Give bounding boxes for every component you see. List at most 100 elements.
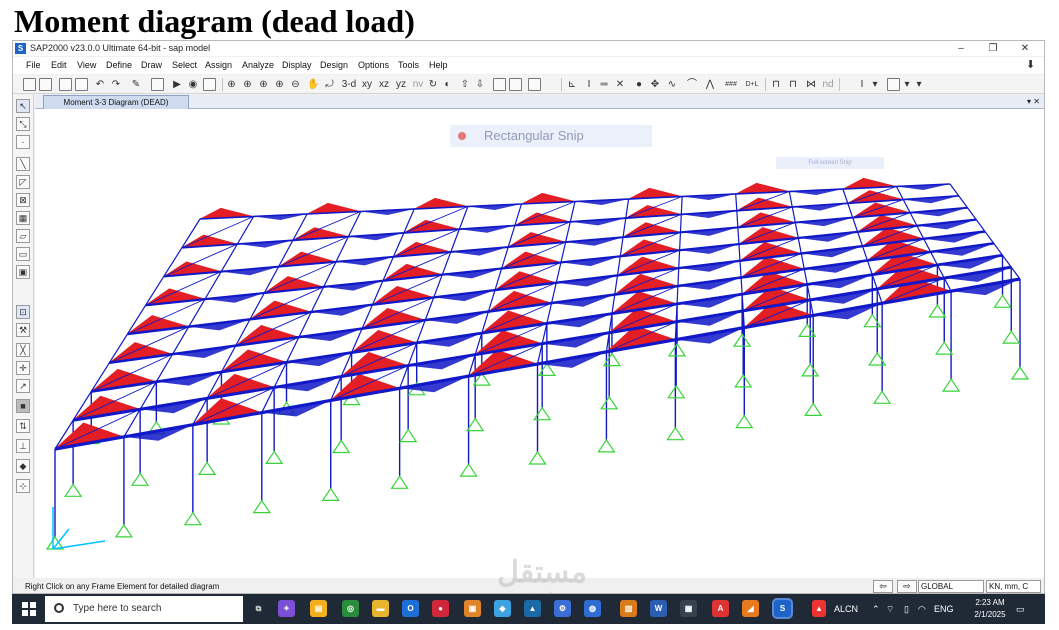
- app-icon-orange[interactable]: ▣: [464, 600, 481, 617]
- file-explorer-icon[interactable]: ▬: [372, 600, 389, 617]
- nd-button[interactable]: nd: [821, 77, 835, 92]
- get-previous-icon[interactable]: ⇅: [16, 419, 30, 433]
- menu-analyze[interactable]: Analyze: [242, 57, 274, 74]
- select-intersect-icon[interactable]: ╳: [16, 343, 30, 357]
- draw-area-icon[interactable]: ▱: [16, 229, 30, 243]
- section-cut-icon[interactable]: ###: [721, 77, 741, 92]
- dropdown-arrow-icon[interactable]: ▾: [903, 77, 911, 92]
- lock-icon[interactable]: [151, 78, 164, 91]
- snap-line-icon[interactable]: ↗: [16, 379, 30, 393]
- network-icon[interactable]: ⌔: [886, 594, 894, 624]
- app-icon-2021[interactable]: ▦: [680, 600, 697, 617]
- move-down-icon[interactable]: ⇩: [474, 77, 486, 92]
- app-icon-settings[interactable]: ⚙: [554, 600, 571, 617]
- notification-icon[interactable]: ▭: [1016, 594, 1025, 624]
- snap-perpendicular-icon[interactable]: ⊥: [16, 439, 30, 453]
- select-polygon-icon[interactable]: ⚒: [16, 323, 30, 337]
- moment-diagram-canvas[interactable]: [35, 109, 1044, 578]
- rotate-view-icon[interactable]: ↻: [427, 77, 439, 92]
- download-icon[interactable]: ⬇: [1026, 59, 1038, 71]
- weather-icon[interactable]: ▲: [812, 600, 826, 617]
- chrome-icon[interactable]: ◎: [342, 600, 359, 617]
- store-icon[interactable]: ▤: [310, 600, 327, 617]
- maximize-button[interactable]: ❐: [978, 41, 1008, 56]
- menu-edit[interactable]: Edit: [51, 57, 67, 74]
- menu-design[interactable]: Design: [320, 57, 348, 74]
- task-view-icon[interactable]: ⧉: [250, 600, 267, 617]
- pencil-icon[interactable]: ✎: [129, 77, 143, 92]
- word-icon[interactable]: W: [650, 600, 667, 617]
- next-view-button[interactable]: ⇨: [897, 580, 917, 593]
- zoom-in-icon[interactable]: ⊕: [273, 77, 286, 92]
- zoom-out-icon[interactable]: ⊖: [289, 77, 302, 92]
- menu-define[interactable]: Define: [106, 57, 132, 74]
- snip-overlay[interactable]: Rectangular Snip: [450, 125, 652, 147]
- draw-cable-icon[interactable]: ═: [597, 77, 611, 92]
- menu-options[interactable]: Options: [358, 57, 389, 74]
- toolbar-overflow-icon[interactable]: ▾: [915, 77, 923, 92]
- rotate-3d-icon[interactable]: ⤾: [323, 77, 336, 92]
- assign-joint-icon[interactable]: ✥: [648, 77, 662, 92]
- app-icon-globe[interactable]: ◍: [584, 600, 601, 617]
- pointer-icon[interactable]: ↖: [16, 99, 30, 113]
- close-button[interactable]: ✕: [1010, 41, 1040, 56]
- app-icon-navy[interactable]: ▲: [524, 600, 541, 617]
- menu-select[interactable]: Select: [172, 57, 197, 74]
- taskbar-search-box[interactable]: Type here to search: [45, 596, 243, 622]
- view-settings-icon[interactable]: [203, 78, 216, 91]
- media-app-icon[interactable]: ●: [432, 600, 449, 617]
- assign-restraint-icon[interactable]: ●: [632, 77, 646, 92]
- run-options-icon[interactable]: ◉: [186, 77, 200, 92]
- set-display-options-icon[interactable]: [509, 78, 522, 91]
- object-shrink-icon[interactable]: [493, 78, 506, 91]
- view-xy-button[interactable]: xy: [360, 77, 374, 92]
- snap-point-icon[interactable]: ✛: [16, 361, 30, 375]
- open-model-icon[interactable]: [39, 78, 52, 91]
- menu-display[interactable]: Display: [282, 57, 312, 74]
- frame-ties-icon[interactable]: ⊓: [786, 77, 800, 92]
- app-icon-doc[interactable]: ▥: [620, 600, 637, 617]
- app-icon-sketch[interactable]: ◢: [742, 600, 759, 617]
- view-nv-button[interactable]: nv: [411, 77, 425, 92]
- frame-truss-icon[interactable]: ⋈: [803, 77, 819, 92]
- display-tables-icon[interactable]: D+L: [744, 77, 760, 92]
- draw-x-brace-icon[interactable]: ⊠: [16, 193, 30, 207]
- tab-controls[interactable]: ▾ ✕: [1027, 95, 1040, 109]
- acrobat-icon[interactable]: A: [712, 600, 729, 617]
- draw-point-icon[interactable]: ·: [16, 135, 30, 149]
- snap-intersection-icon[interactable]: ◆: [16, 459, 30, 473]
- draw-grid-icon[interactable]: ▦: [16, 211, 30, 225]
- load-display-icon[interactable]: ⋀: [701, 77, 719, 92]
- view-xz-button[interactable]: xz: [377, 77, 391, 92]
- coordinate-system-select[interactable]: GLOBAL: [918, 580, 984, 593]
- frame-icon[interactable]: ⊓: [769, 77, 783, 92]
- print-icon[interactable]: [75, 78, 88, 91]
- draw-solid-icon[interactable]: ▣: [16, 265, 30, 279]
- menu-draw[interactable]: Draw: [141, 57, 162, 74]
- display-color-icon[interactable]: [887, 78, 900, 91]
- view-3d-button[interactable]: 3-d: [341, 77, 357, 92]
- menu-file[interactable]: File: [26, 57, 41, 74]
- copilot-icon[interactable]: ✦: [278, 600, 295, 617]
- minimize-button[interactable]: –: [946, 41, 976, 56]
- tab-moment-diagram[interactable]: Moment 3-3 Diagram (DEAD): [43, 95, 189, 109]
- reshape-icon[interactable]: ⤡: [16, 117, 30, 131]
- clear-selection-icon[interactable]: ■: [16, 399, 30, 413]
- perspective-icon[interactable]: ◐: [441, 77, 454, 92]
- deformed-shape-icon[interactable]: ∿: [665, 77, 679, 92]
- previous-view-button[interactable]: ⇦: [873, 580, 893, 593]
- units-select[interactable]: KN, mm, C: [986, 580, 1041, 593]
- section-designer-icon[interactable]: I: [855, 77, 869, 92]
- language-indicator[interactable]: ENG: [934, 594, 954, 624]
- weather-label[interactable]: ALCN: [834, 594, 858, 624]
- outlook-icon[interactable]: O: [402, 600, 419, 617]
- select-all-icon[interactable]: ⊡: [16, 305, 30, 319]
- sap2000-taskbar-icon[interactable]: S: [774, 600, 791, 617]
- taskbar-clock[interactable]: 2:23 AM 2/1/2025: [970, 597, 1010, 621]
- undo-icon[interactable]: ↶: [93, 77, 107, 92]
- wifi-icon[interactable]: ◠: [918, 594, 926, 624]
- zoom-all-icon[interactable]: ⊕: [257, 77, 270, 92]
- windows-start-icon[interactable]: [22, 602, 36, 616]
- force-diagram-icon[interactable]: ⌒: [685, 77, 699, 92]
- dropdown-arrow-icon[interactable]: ▾: [871, 77, 879, 92]
